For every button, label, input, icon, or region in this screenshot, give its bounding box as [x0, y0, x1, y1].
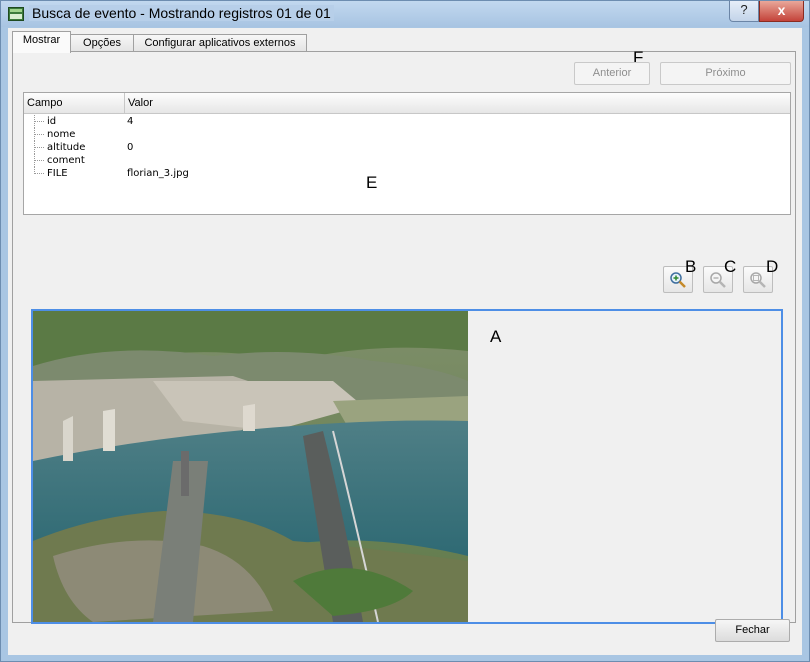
- annotation-c: C: [724, 257, 737, 276]
- field-name: FILE: [47, 168, 68, 179]
- tab-opcoes[interactable]: Opções: [70, 34, 134, 52]
- tab-configurar-aplicativos[interactable]: Configurar aplicativos externos: [133, 34, 307, 52]
- table-row[interactable]: altitude 0: [24, 141, 790, 154]
- previous-button[interactable]: Anterior: [574, 62, 650, 85]
- close-button[interactable]: Fechar: [715, 619, 790, 642]
- zoom-full-icon: [750, 272, 766, 288]
- dialog-body: Mostrar Opções Configurar aplicativos ex…: [8, 28, 802, 655]
- dialog-window: Busca de evento - Mostrando registros 01…: [0, 0, 810, 662]
- table-row[interactable]: id 4: [24, 115, 790, 128]
- field-name: id: [47, 116, 57, 127]
- close-window-button[interactable]: x: [759, 1, 804, 22]
- tab-mostrar[interactable]: Mostrar: [12, 31, 71, 53]
- annotation-b: B: [685, 257, 697, 276]
- annotation-e: E: [366, 173, 378, 192]
- attribute-tree[interactable]: Campo Valor id 4 nome altitude 0 coment …: [23, 92, 791, 215]
- field-name: coment: [47, 155, 85, 166]
- table-row[interactable]: FILE florian_3.jpg: [24, 167, 790, 180]
- column-header-campo[interactable]: Campo: [24, 93, 125, 113]
- next-button[interactable]: Próximo: [660, 62, 791, 85]
- tree-branch-line: [34, 141, 45, 154]
- help-button[interactable]: ?: [729, 1, 759, 22]
- field-value: florian_3.jpg: [127, 168, 189, 179]
- tree-header: Campo Valor: [24, 93, 790, 114]
- app-icon: [8, 7, 24, 21]
- tab-panel-mostrar: F Anterior Próximo Campo Valor id 4 nome: [12, 48, 796, 624]
- aerial-city-photo: [33, 311, 468, 622]
- field-value: 4: [127, 116, 134, 127]
- column-header-valor[interactable]: Valor: [125, 93, 790, 113]
- tree-branch-line: [34, 154, 45, 167]
- tree-branch-line: [34, 167, 45, 174]
- window-title: Busca de evento - Mostrando registros 01…: [29, 5, 334, 21]
- field-name: nome: [47, 129, 76, 140]
- field-name: altitude: [47, 142, 86, 153]
- field-value: 0: [127, 142, 134, 153]
- table-row[interactable]: nome: [24, 128, 790, 141]
- annotation-d: D: [766, 257, 779, 276]
- tree-branch-line: [34, 115, 45, 128]
- tree-branch-line: [34, 128, 45, 141]
- annotation-a: A: [490, 327, 502, 346]
- table-row[interactable]: coment: [24, 154, 790, 167]
- title-bar[interactable]: Busca de evento - Mostrando registros 01…: [1, 1, 809, 27]
- image-viewer[interactable]: A: [31, 309, 783, 624]
